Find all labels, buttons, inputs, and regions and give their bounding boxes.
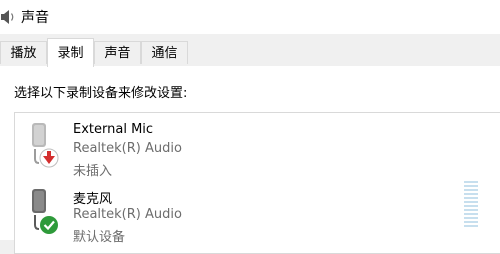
tab-recording[interactable]: 录制	[47, 38, 94, 67]
device-list-item[interactable]: 麦克风 Realtek(R) Audio 默认设备	[15, 179, 500, 253]
default-green-check-icon	[40, 216, 58, 234]
device-name: 麦克风	[73, 192, 113, 207]
microphone-icon	[32, 189, 58, 234]
device-name: External Mic	[73, 122, 154, 137]
tab-sounds[interactable]: 声音	[94, 41, 141, 64]
device-driver: Realtek(R) Audio	[73, 207, 182, 222]
recording-panel: 选择以下录制设备来修改设置: External Mic Realtek(R) A…	[0, 66, 500, 254]
tab-strip: 播放 录制 声音 通信	[0, 36, 500, 67]
tab-communications[interactable]: 通信	[141, 41, 188, 64]
device-list-item[interactable]: External Mic Realtek(R) Audio 未插入	[15, 113, 500, 179]
level-meter	[464, 181, 478, 227]
window-title: 声音	[21, 10, 49, 26]
microphone-icon	[32, 123, 59, 168]
title-bar: 声音	[0, 0, 500, 34]
device-driver: Realtek(R) Audio	[73, 141, 182, 156]
instruction-text: 选择以下录制设备来修改设置:	[14, 86, 188, 101]
device-list[interactable]: External Mic Realtek(R) Audio 未插入 麦克风 Re…	[14, 112, 500, 254]
device-status: 未插入	[73, 164, 113, 179]
device-status: 默认设备	[73, 230, 126, 245]
tab-playback[interactable]: 播放	[0, 41, 47, 64]
speaker-icon	[1, 10, 14, 24]
